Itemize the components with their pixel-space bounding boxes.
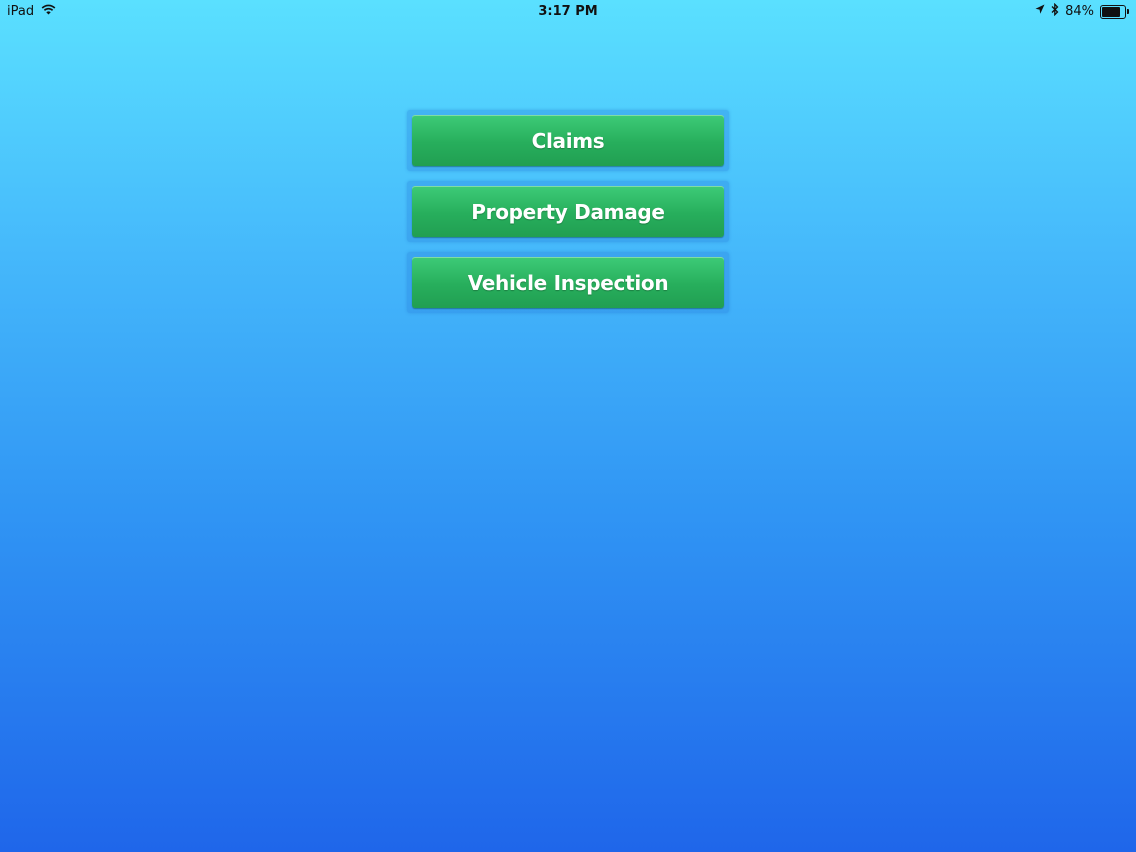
status-right: 84% — [1035, 2, 1129, 20]
property-damage-button[interactable]: Property Damage — [412, 186, 724, 237]
claims-button-frame: Claims — [407, 110, 729, 171]
vehicle-inspection-button[interactable]: Vehicle Inspection — [412, 257, 724, 308]
battery-icon — [1100, 4, 1129, 19]
bluetooth-icon — [1051, 2, 1059, 20]
battery-fill — [1102, 6, 1121, 17]
battery-body — [1100, 4, 1126, 19]
battery-tip — [1127, 9, 1129, 14]
battery-percent: 84% — [1065, 4, 1094, 19]
claims-button[interactable]: Claims — [412, 115, 724, 166]
property-damage-button-frame: Property Damage — [407, 181, 729, 242]
status-bar: iPad 3:17 PM 84% — [0, 0, 1136, 24]
status-time: 3:17 PM — [538, 4, 598, 19]
vehicle-inspection-button-frame: Vehicle Inspection — [407, 252, 729, 313]
location-arrow-icon — [1035, 4, 1045, 19]
main-menu: Claims Property Damage Vehicle Inspectio… — [407, 110, 729, 323]
